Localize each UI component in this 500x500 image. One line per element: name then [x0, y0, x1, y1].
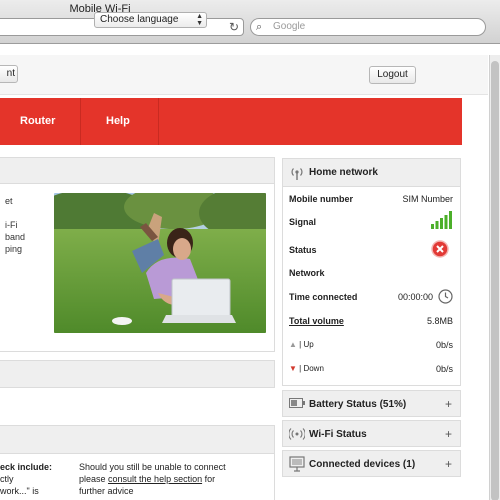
time-value: 00:00:00 — [397, 292, 433, 302]
help-line: further advice — [79, 486, 134, 496]
expand-plus-icon[interactable]: + — [445, 397, 452, 411]
up-arrow-icon: ▲ — [289, 340, 297, 349]
antenna-icon — [289, 165, 305, 184]
signal-label: Signal — [289, 217, 317, 227]
troubleshoot-panel-header — [0, 426, 274, 454]
total-volume-link[interactable]: Total volume — [289, 316, 344, 326]
down-label-text: | Down — [299, 364, 324, 373]
wifi-status-title: Wi-Fi Status — [309, 429, 367, 440]
volume-value: 5.8MB — [426, 316, 453, 326]
up-value: 0b/s — [435, 340, 453, 350]
welcome-text: et i-Fi band ping — [5, 195, 25, 255]
battery-icon — [289, 398, 305, 411]
welcome-line — [5, 207, 25, 219]
help-text-pre: please — [79, 474, 109, 484]
mobile-number-label: Mobile number — [289, 194, 354, 204]
down-arrow-icon: ▼ — [289, 364, 297, 373]
help-line: please consult the help section for — [79, 473, 269, 485]
expand-plus-icon[interactable]: + — [445, 427, 452, 441]
welcome-line: band — [5, 232, 26, 242]
language-select[interactable]: Choose language ▲ ▼ — [94, 12, 207, 28]
help-text-post: for — [202, 474, 216, 484]
language-select-value: Choose language — [100, 14, 179, 25]
status-row: Status — [289, 240, 453, 261]
clock-icon — [438, 289, 453, 306]
help-line: Should you still be unable to connect — [79, 462, 226, 472]
time-row: Time connected 00:00:00 — [289, 289, 453, 306]
search-input[interactable]: ⌕ Google — [250, 18, 486, 36]
home-network-title: Home network — [309, 167, 378, 178]
mobile-number-value: SIM Number — [402, 194, 453, 204]
signal-row: Signal — [289, 211, 453, 233]
help-section-link[interactable]: consult the help section — [108, 474, 202, 484]
home-network-header[interactable]: Home network — [283, 159, 460, 187]
check-line: work..." is — [0, 486, 39, 496]
wifi-icon — [288, 427, 306, 444]
welcome-panel-header — [0, 158, 274, 184]
battery-status-accordion[interactable]: Battery Status (51%) + — [282, 390, 461, 417]
vertical-scrollbar[interactable] — [489, 55, 500, 500]
check-text: eck include: ctly work..." is — [0, 461, 52, 497]
connected-devices-title: Connected devices (1) — [309, 459, 416, 470]
download-label: ▼ | Down — [289, 364, 324, 373]
account-button[interactable]: nt — [0, 65, 18, 83]
help-text: Should you still be unable to connect pl… — [79, 461, 269, 497]
signal-icon — [431, 211, 453, 231]
welcome-line: ping — [5, 244, 23, 254]
search-placeholder: Google — [273, 21, 306, 32]
connected-devices-accordion[interactable]: Connected devices (1) + — [282, 450, 461, 477]
welcome-line: et — [5, 196, 13, 206]
select-arrows-icon: ▲ ▼ — [196, 13, 203, 27]
scrollbar-thumb[interactable] — [491, 61, 499, 500]
check-line: ctly — [0, 474, 14, 484]
nav-divider — [158, 98, 159, 145]
main-nav: Router Help — [0, 98, 462, 145]
battery-status-title: Battery Status (51%) — [309, 399, 407, 410]
up-label-text: | Up — [299, 340, 314, 349]
wifi-status-accordion[interactable]: Wi-Fi Status + — [282, 420, 461, 447]
down-value: 0b/s — [435, 364, 453, 374]
network-label: Network — [289, 268, 325, 278]
disconnected-icon — [431, 240, 449, 260]
nav-item-help[interactable]: Help — [106, 98, 130, 145]
check-line: eck include: — [0, 462, 53, 472]
welcome-line: i-Fi — [5, 220, 18, 230]
time-label: Time connected — [289, 292, 358, 302]
browser-chrome: Mobile Wi-Fi ↻ ⌕ Google — [0, 0, 500, 44]
nav-divider — [80, 98, 81, 145]
monitor-icon — [289, 456, 305, 475]
status-label: Status — [289, 245, 317, 255]
expand-plus-icon[interactable]: + — [445, 457, 452, 471]
search-icon: ⌕ — [256, 21, 263, 33]
nav-item-router[interactable]: Router — [20, 98, 55, 145]
hero-image — [54, 193, 266, 333]
collapsed-panel — [0, 360, 275, 388]
reload-icon[interactable]: ↻ — [229, 20, 239, 34]
upload-label: ▲ | Up — [289, 340, 314, 349]
logout-button[interactable]: Logout — [369, 66, 416, 84]
